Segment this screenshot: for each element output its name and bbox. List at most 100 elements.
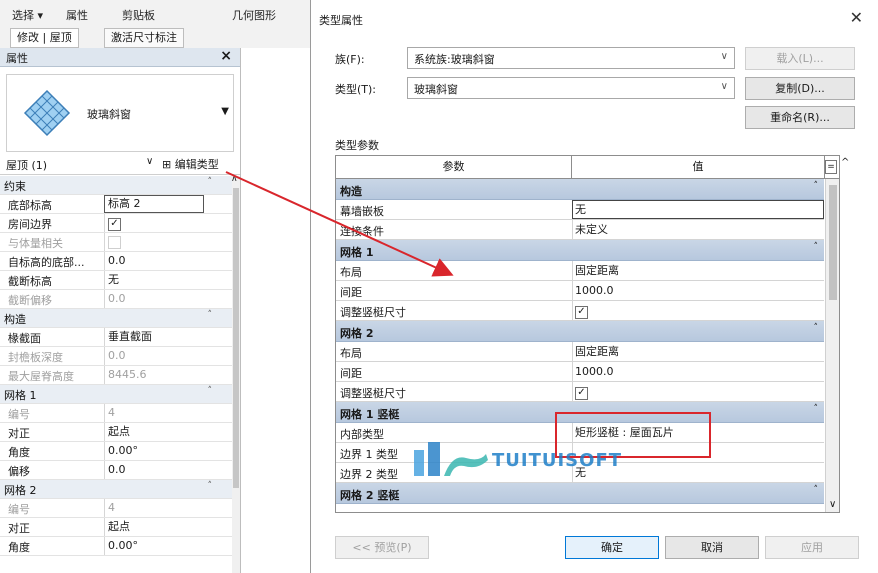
checkbox[interactable]: ✓ xyxy=(575,306,588,319)
grid-row-value[interactable]: 固定距离 xyxy=(572,261,824,280)
grid-row[interactable]: 幕墙嵌板 无 xyxy=(336,200,824,220)
collapse-icon[interactable]: ˄ xyxy=(208,481,213,491)
apply-button[interactable]: 应用 xyxy=(765,536,859,559)
cancel-button[interactable]: 取消 xyxy=(665,536,759,559)
palette-row-value[interactable]: 垂直截面 xyxy=(104,328,204,346)
collapse-icon[interactable]: ˄ xyxy=(814,242,819,252)
grid-row-value[interactable]: ✓ xyxy=(572,382,824,401)
grid-row-value[interactable]: 未定义 xyxy=(572,220,824,239)
tab-modify-roof[interactable]: 修改 | 屋顶 xyxy=(10,28,79,48)
clipboard-panel-label[interactable]: 剪贴板 xyxy=(122,7,155,23)
chevron-down-icon[interactable]: ∨ xyxy=(146,156,153,167)
palette-row-value[interactable]: 0.00° xyxy=(104,537,204,555)
palette-row[interactable]: 编号 4 xyxy=(0,499,232,518)
grid-section-header[interactable]: 网格 1 ˄ xyxy=(336,240,824,261)
palette-row-value[interactable]: 0.0 xyxy=(104,461,204,479)
grid-row[interactable]: 布局 固定距离 xyxy=(336,342,824,362)
palette-row[interactable]: 与体量相关 xyxy=(0,233,232,252)
grid-row[interactable]: 连接条件 未定义 xyxy=(336,220,824,240)
palette-row[interactable]: 底部标高 标高 2 xyxy=(0,195,232,214)
duplicate-button[interactable]: 复制(D)... xyxy=(745,77,855,100)
scroll-down-icon[interactable]: ∨ xyxy=(829,499,836,510)
type-dropdown[interactable]: 玻璃斜窗 ∨ xyxy=(407,77,735,99)
close-icon[interactable]: × xyxy=(220,48,232,64)
preview-button[interactable]: << 预览(P) xyxy=(335,536,429,559)
palette-row[interactable]: 椽截面 垂直截面 xyxy=(0,328,232,347)
palette-section-header[interactable]: 网格 1 ˄ xyxy=(0,385,232,404)
grid-row-value[interactable]: 无 xyxy=(572,200,824,219)
grid-row[interactable]: 调整竖梃尺寸 ✓ xyxy=(336,382,824,402)
ribbon: 选择 ▾ 属性 剪贴板 几何图形 修改 | 屋顶 激活尺寸标注 xyxy=(0,0,310,49)
palette-row-value[interactable]: 无 xyxy=(104,271,204,289)
select-menu[interactable]: 选择 ▾ xyxy=(12,7,43,23)
palette-title: 属性 xyxy=(6,52,28,65)
checkbox[interactable]: ✓ xyxy=(575,387,588,400)
scrollbar-thumb[interactable] xyxy=(829,185,837,300)
close-icon[interactable]: ✕ xyxy=(850,8,863,27)
palette-row[interactable]: 对正 起点 xyxy=(0,423,232,442)
palette-row[interactable]: 房间边界 ✓ xyxy=(0,214,232,233)
grid-row[interactable]: 布局 固定距离 xyxy=(336,261,824,281)
palette-row[interactable]: 封檐板深度 0.0 xyxy=(0,347,232,366)
palette-row[interactable]: 角度 0.00° xyxy=(0,537,232,556)
chevron-down-icon[interactable]: ▼ xyxy=(221,106,229,117)
palette-section-header[interactable]: 网格 2 ˄ xyxy=(0,480,232,499)
grid-header: 参数 值 = xyxy=(336,156,839,179)
equals-icon[interactable]: = xyxy=(825,160,837,174)
type-selector[interactable]: 玻璃斜窗 ▼ xyxy=(6,74,234,152)
family-dropdown[interactable]: 系统族:玻璃斜窗 ∨ xyxy=(407,47,735,69)
collapse-icon[interactable]: ˄ xyxy=(814,485,819,495)
edit-type-button[interactable]: ⊞ 编辑类型 xyxy=(162,156,219,172)
palette-row[interactable]: 最大屋脊高度 8445.6 xyxy=(0,366,232,385)
palette-row[interactable]: 偏移 0.0 xyxy=(0,461,232,480)
checkbox[interactable]: ✓ xyxy=(108,218,121,231)
grid-row-value[interactable]: ✓ xyxy=(572,301,824,320)
load-button[interactable]: 载入(L)... xyxy=(745,47,855,70)
palette-row-value[interactable]: 标高 2 xyxy=(104,195,204,213)
palette-section-header[interactable]: 构造 ˄ xyxy=(0,309,232,328)
collapse-icon[interactable]: ˄ xyxy=(208,386,213,396)
grid-row-name: 边界 1 类型 xyxy=(340,448,398,461)
column-header-parameter[interactable]: 参数 xyxy=(336,156,572,178)
scrollbar-thumb[interactable] xyxy=(233,188,239,488)
instance-filter[interactable]: 屋顶 (1) xyxy=(6,157,156,172)
grid-row[interactable]: 间距 1000.0 xyxy=(336,362,824,382)
grid-row-value[interactable]: 固定距离 xyxy=(572,342,824,361)
grid-section-header[interactable]: 构造 ˄ xyxy=(336,179,824,200)
collapse-icon[interactable]: ˄ xyxy=(814,323,819,333)
palette-row-value[interactable]: 0.0 xyxy=(104,252,204,270)
grid-section-header[interactable]: 网格 2 竖梃 ˄ xyxy=(336,483,824,504)
grid-section-header[interactable]: 网格 2 ˄ xyxy=(336,321,824,342)
palette-section-header[interactable]: 约束 ˄ xyxy=(0,176,232,195)
palette-row-value[interactable]: 起点 xyxy=(104,518,204,536)
collapse-icon[interactable]: ˄ xyxy=(208,177,213,187)
palette-row-value[interactable]: ✓ xyxy=(104,214,204,232)
palette-row[interactable]: 角度 0.00° xyxy=(0,442,232,461)
palette-row-value xyxy=(104,233,204,251)
grid-scrollbar[interactable]: ∨ xyxy=(825,179,839,512)
palette-row[interactable]: 编号 4 xyxy=(0,404,232,423)
palette-row-value[interactable]: 起点 xyxy=(104,423,204,441)
column-header-value[interactable]: 值 xyxy=(572,156,825,178)
drawing-canvas[interactable] xyxy=(240,48,311,573)
palette-row[interactable]: 截断偏移 0.0 xyxy=(0,290,232,309)
tab-activate-dimensions[interactable]: 激活尺寸标注 xyxy=(104,28,184,48)
scroll-up-icon[interactable]: ∧ xyxy=(231,174,238,184)
grid-row-value[interactable]: 1000.0 xyxy=(572,362,824,381)
ok-button[interactable]: 确定 xyxy=(565,536,659,559)
scroll-up-icon[interactable]: ^ xyxy=(841,157,849,168)
palette-row[interactable]: 自标高的底部... 0.0 xyxy=(0,252,232,271)
palette-row[interactable]: 截断标高 无 xyxy=(0,271,232,290)
grid-row[interactable]: 调整竖梃尺寸 ✓ xyxy=(336,301,824,321)
collapse-icon[interactable]: ˄ xyxy=(814,181,819,191)
collapse-icon[interactable]: ˄ xyxy=(208,310,213,320)
geometry-panel-label[interactable]: 几何图形 xyxy=(232,7,276,23)
collapse-icon[interactable]: ˄ xyxy=(814,404,819,414)
palette-row[interactable]: 对正 起点 xyxy=(0,518,232,537)
properties-panel-label[interactable]: 属性 xyxy=(66,7,88,23)
rename-button[interactable]: 重命名(R)... xyxy=(745,106,855,129)
palette-scrollbar[interactable]: ∧ xyxy=(231,174,240,573)
grid-row-value[interactable]: 1000.0 xyxy=(572,281,824,300)
palette-row-value[interactable]: 0.00° xyxy=(104,442,204,460)
grid-row[interactable]: 间距 1000.0 xyxy=(336,281,824,301)
